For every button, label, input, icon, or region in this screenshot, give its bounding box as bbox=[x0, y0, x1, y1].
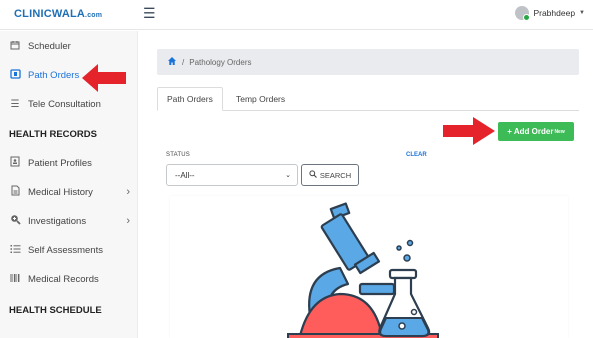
new-badge: New bbox=[554, 128, 565, 135]
caret-down-icon: ▼ bbox=[579, 10, 585, 16]
search-icon bbox=[309, 170, 317, 180]
lab-icon bbox=[9, 68, 21, 82]
sidebar-item-medical-history[interactable]: Medical History › bbox=[0, 179, 138, 205]
section-health-records: HEALTH RECORDS bbox=[9, 129, 97, 140]
chevron-down-icon: ⌄ bbox=[285, 172, 291, 179]
microscope-flask-icon bbox=[287, 202, 439, 338]
tab-path-orders[interactable]: Path Orders bbox=[157, 87, 223, 111]
breadcrumb-current: Pathology Orders bbox=[189, 57, 252, 67]
main-content: / Pathology Orders Path Orders Temp Orde… bbox=[139, 31, 593, 338]
calendar-icon bbox=[9, 40, 21, 53]
sidebar-item-patient-profiles[interactable]: Patient Profiles bbox=[0, 150, 138, 176]
tab-temp-orders[interactable]: Temp Orders bbox=[227, 87, 294, 111]
sidebar-item-medical-records[interactable]: Medical Records bbox=[0, 266, 138, 292]
user-name: Prabhdeep bbox=[533, 8, 576, 18]
sidebar-item-self-assessments[interactable]: Self Assessments bbox=[0, 237, 138, 263]
sidebar-item-scheduler[interactable]: Scheduler bbox=[0, 33, 138, 59]
user-menu[interactable]: Prabhdeep ▼ bbox=[515, 6, 585, 21]
menu-toggle-icon[interactable]: ☰ bbox=[143, 5, 156, 22]
app-logo[interactable]: CLINICWALA.com bbox=[14, 8, 102, 20]
status-label: STATUS bbox=[166, 152, 190, 158]
add-order-button[interactable]: + Add Order New bbox=[498, 122, 574, 141]
list-icon: ☰ bbox=[10, 98, 20, 110]
top-bar: CLINICWALA.com ☰ Prabhdeep ▼ bbox=[0, 0, 593, 30]
chevron-right-icon: › bbox=[126, 215, 130, 227]
sidebar-item-tele-consultation[interactable]: ☰ Tele Consultation bbox=[0, 91, 138, 117]
avatar bbox=[515, 6, 531, 21]
sidebar-item-investigations[interactable]: Investigations › bbox=[0, 208, 138, 234]
annotation-arrow-left-icon bbox=[82, 64, 126, 92]
tab-bar: Path Orders Temp Orders bbox=[157, 87, 579, 111]
chevron-right-icon: › bbox=[126, 186, 130, 198]
section-health-schedule: HEALTH SCHEDULE bbox=[9, 305, 102, 316]
profile-icon bbox=[9, 156, 21, 170]
clear-link[interactable]: CLEAR bbox=[406, 152, 427, 158]
home-icon[interactable] bbox=[167, 56, 177, 69]
barcode-icon bbox=[9, 273, 21, 286]
status-select[interactable]: --All-- ⌄ bbox=[166, 164, 298, 186]
annotation-arrow-right-icon bbox=[443, 117, 495, 145]
breadcrumb-separator: / bbox=[182, 57, 185, 67]
search-plus-icon bbox=[9, 214, 21, 228]
search-button[interactable]: SEARCH bbox=[301, 164, 359, 186]
breadcrumb: / Pathology Orders bbox=[157, 49, 579, 75]
checklist-icon bbox=[9, 244, 21, 257]
document-icon bbox=[9, 185, 21, 199]
empty-state-illustration bbox=[170, 196, 568, 338]
